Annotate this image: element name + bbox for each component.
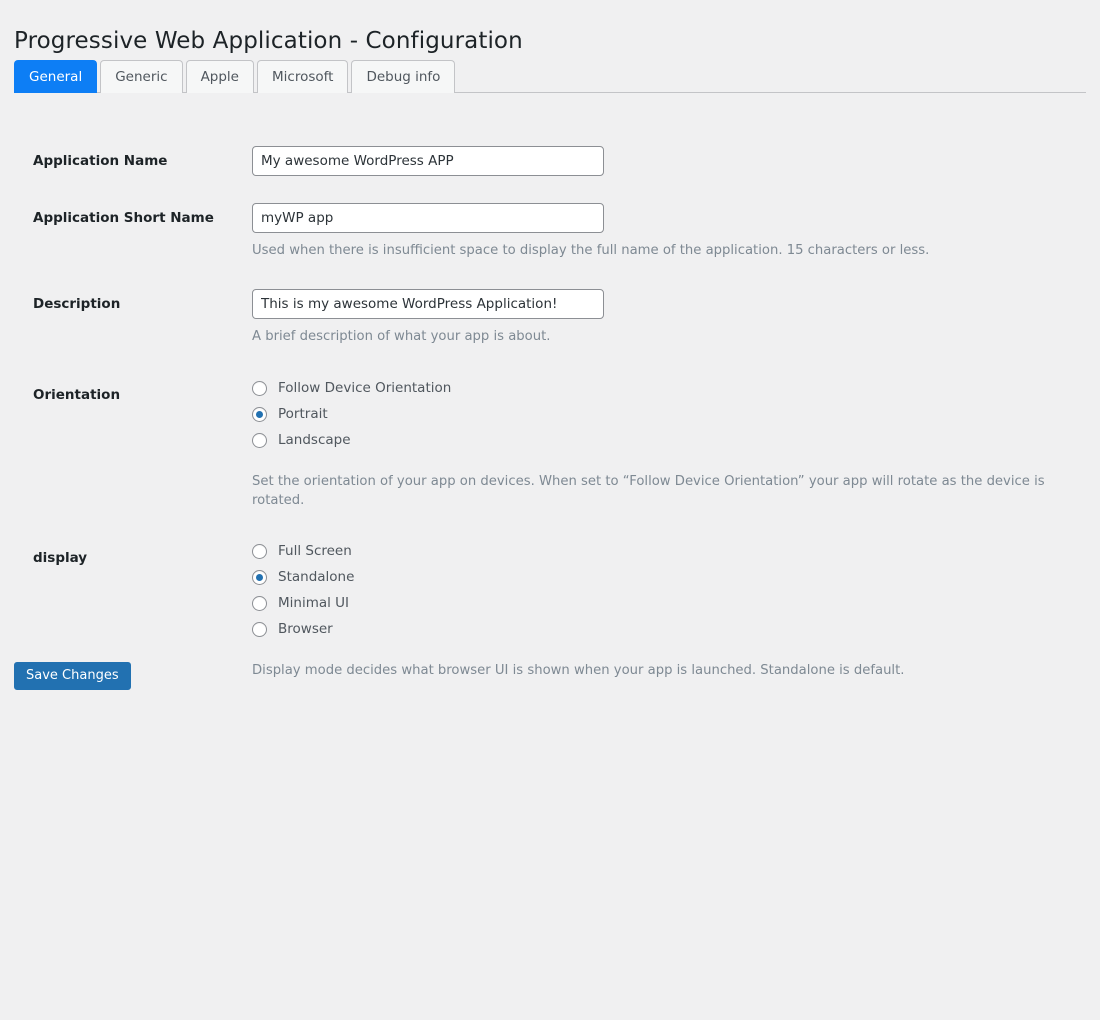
orientation-radio-group: Follow Device Orientation Portrait Lands… — [252, 376, 1080, 453]
tab-general[interactable]: General — [14, 60, 98, 93]
configuration-page: Progressive Web Application - Configurat… — [0, 0, 1100, 1020]
description-input[interactable] — [252, 288, 604, 319]
application-name-input[interactable] — [252, 146, 604, 176]
tab-generic[interactable]: Generic — [100, 60, 183, 93]
radio-label: Standalone — [278, 569, 355, 586]
field-application-short-name: Used when there is insufficient space to… — [252, 203, 1100, 261]
radio-orientation-follow-device[interactable]: Follow Device Orientation — [252, 376, 451, 401]
field-application-name — [252, 146, 1100, 176]
field-row-display: display Full Screen Standalone Minimal U… — [0, 539, 1100, 681]
radio-label: Follow Device Orientation — [278, 379, 452, 396]
help-description: A brief description of what your app is … — [252, 328, 551, 344]
help-display: Display mode decides what browser UI is … — [252, 663, 905, 679]
field-row-orientation: Orientation Follow Device Orientation Po… — [0, 376, 1100, 512]
radio-label: Minimal UI — [278, 595, 350, 612]
label-application-short-name: Application Short Name — [33, 210, 214, 226]
field-orientation: Follow Device Orientation Portrait Lands… — [252, 376, 1100, 512]
radio-orientation-landscape[interactable]: Landscape — [252, 428, 351, 453]
radio-label: Full Screen — [278, 543, 352, 560]
tab-debug-info[interactable]: Debug info — [351, 60, 456, 93]
radio-display-minimal-ui[interactable]: Minimal UI — [252, 591, 349, 616]
help-application-short-name: Used when there is insufficient space to… — [252, 243, 930, 258]
radio-display-browser[interactable]: Browser — [252, 617, 333, 642]
application-short-name-input[interactable] — [252, 203, 604, 233]
radio-orientation-portrait[interactable]: Portrait — [252, 402, 328, 427]
field-description: A brief description of what your app is … — [252, 288, 1100, 347]
save-changes-button[interactable]: Save Changes — [14, 662, 131, 690]
radio-circle-icon — [252, 432, 267, 448]
label-display: display — [33, 550, 88, 567]
field-display: Full Screen Standalone Minimal UI Browse… — [252, 539, 1100, 681]
tab-apple[interactable]: Apple — [185, 60, 254, 93]
label-description: Description — [33, 295, 121, 312]
label-orientation: Orientation — [33, 386, 121, 403]
field-row-description: Description A brief description of what … — [0, 288, 1100, 347]
tab-bar: General Generic Apple Microsoft Debug in… — [14, 59, 1086, 93]
display-radio-group: Full Screen Standalone Minimal UI Browse… — [252, 539, 1080, 642]
label-application-name: Application Name — [33, 153, 168, 169]
radio-display-standalone[interactable]: Standalone — [252, 565, 354, 590]
general-settings-form: Application Name Application Short Name … — [0, 131, 1100, 681]
radio-label: Browser — [278, 621, 333, 638]
field-row-application-short-name: Application Short Name Used when there i… — [0, 203, 1100, 261]
radio-display-full-screen[interactable]: Full Screen — [252, 539, 352, 564]
radio-circle-icon — [252, 544, 267, 560]
radio-circle-icon — [252, 622, 267, 638]
field-row-application-name: Application Name — [0, 146, 1100, 176]
radio-circle-selected-icon — [252, 406, 267, 422]
radio-circle-icon — [252, 596, 267, 612]
radio-circle-icon — [252, 380, 267, 396]
radio-label: Portrait — [278, 405, 328, 422]
help-orientation: Set the orientation of your app on devic… — [252, 473, 1045, 509]
page-title: Progressive Web Application - Configurat… — [14, 28, 523, 55]
tab-microsoft[interactable]: Microsoft — [257, 60, 349, 93]
radio-label: Landscape — [278, 431, 351, 448]
radio-circle-selected-icon — [252, 570, 267, 586]
